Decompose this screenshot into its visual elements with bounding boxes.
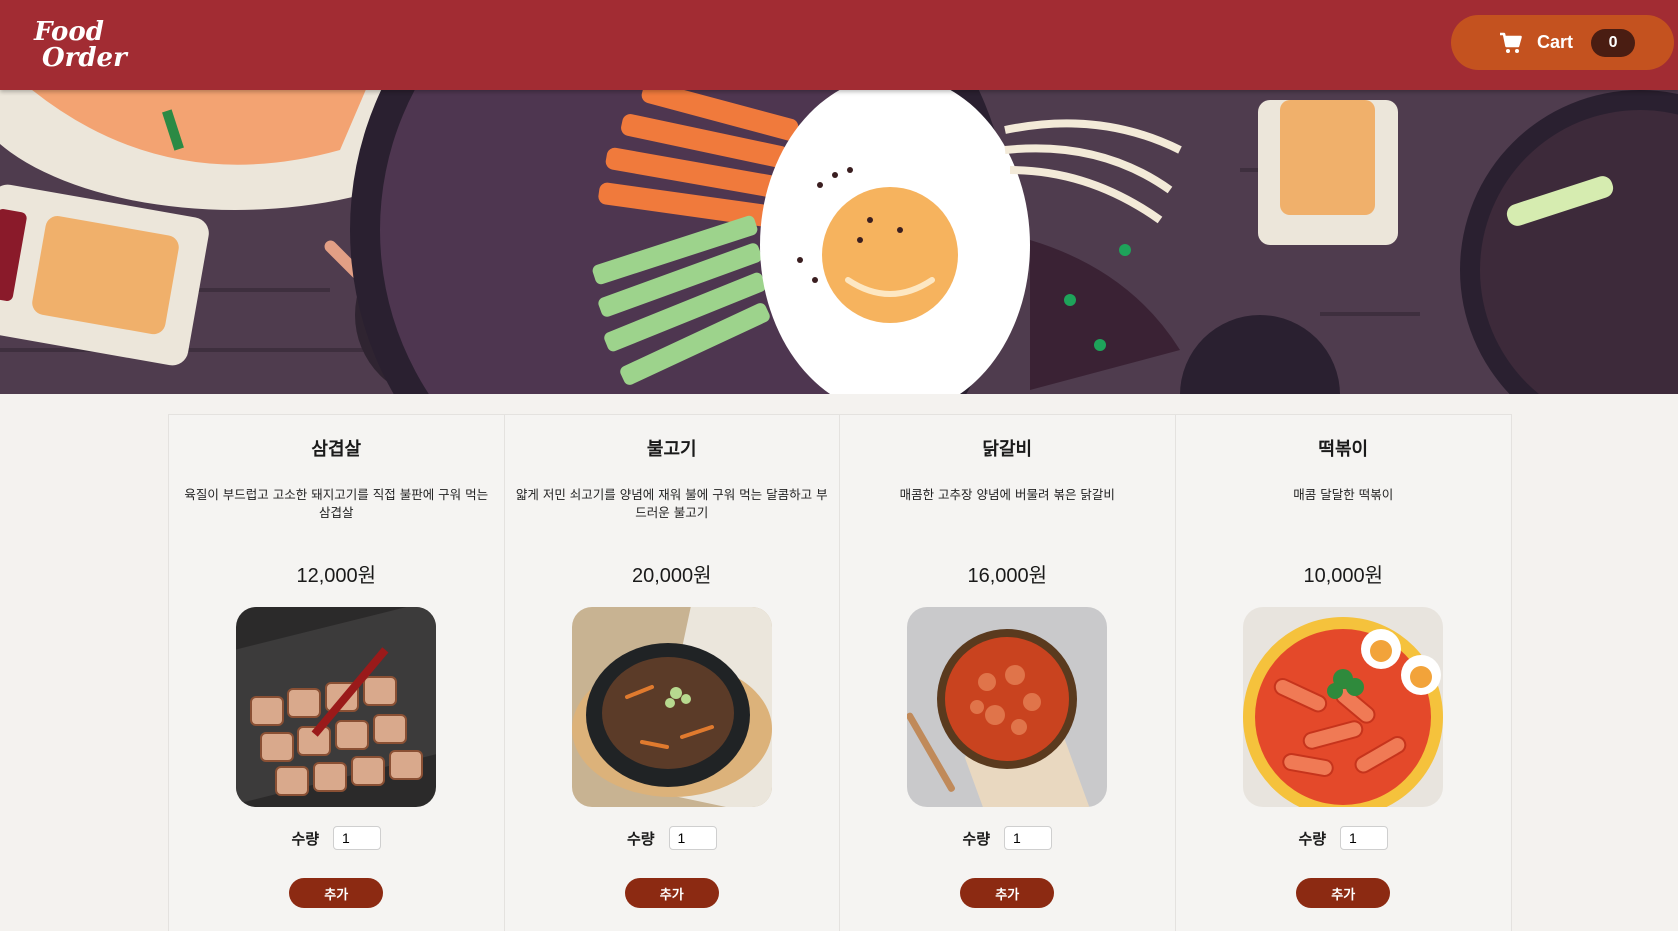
- quantity-row: 수량: [962, 826, 1053, 850]
- quantity-input[interactable]: [333, 826, 382, 850]
- samgyeopsal-photo: [236, 607, 437, 807]
- dakgalbi-photo: [907, 607, 1108, 807]
- quantity-row: 수량: [627, 826, 717, 850]
- menu-card-tteokbokki: 떡볶이 매콤 달달한 떡볶이 10,000원 수량 1 추가: [1176, 415, 1512, 931]
- cart-icon: [1499, 31, 1523, 55]
- menu-item-price: 10,000원: [1303, 565, 1384, 587]
- hero-banner: [0, 90, 1678, 394]
- quantity-label: 수량: [962, 829, 991, 848]
- menu-list: 삼겹살 육질이 부드럽고 고소한 돼지고기를 직접 불판에 구워 먹는 삼겹살 …: [168, 414, 1512, 931]
- menu-card-dakgalbi: 닭갈비 매콤한 고추장 양념에 버물려 볶은 닭갈비 16,000원 수량 추가: [840, 415, 1176, 931]
- menu-item-price: 12,000원: [296, 565, 377, 587]
- add-to-cart-button[interactable]: 추가: [960, 878, 1055, 908]
- quantity-input[interactable]: [1004, 826, 1053, 850]
- food-order-logo[interactable]: Food Order: [34, 19, 127, 71]
- menu-item-description: 매콤 달달한 떡볶이: [1293, 487, 1394, 502]
- cart-button[interactable]: Cart 0: [1451, 15, 1674, 70]
- menu-item-name: 불고기: [646, 439, 697, 460]
- quantity-input[interactable]: [1340, 826, 1389, 850]
- bulgogi-photo: [571, 607, 772, 807]
- logo-line1: Food: [34, 17, 104, 47]
- menu-card-samgyeopsal: 삼겹살 육질이 부드럽고 고소한 돼지고기를 직접 불판에 구워 먹는 삼겹살 …: [169, 415, 505, 931]
- cart-label: Cart: [1537, 32, 1574, 52]
- add-to-cart-button[interactable]: 추가: [1296, 878, 1391, 908]
- cart-count-badge: 0: [1591, 28, 1636, 57]
- logo-line2: Order: [42, 43, 127, 73]
- tteokbokki-photo: [1243, 607, 1444, 807]
- menu-card-bulgogi: 불고기 얇게 저민 쇠고기를 양념에 재워 불에 구워 먹는 달콤하고 부드러운…: [505, 415, 840, 931]
- menu-item-price: 16,000원: [967, 565, 1048, 587]
- add-to-cart-button[interactable]: 추가: [289, 878, 384, 908]
- quantity-input[interactable]: [668, 826, 717, 850]
- app-header: Food Order Cart 0: [0, 0, 1678, 90]
- add-to-cart-button[interactable]: 추가: [624, 878, 719, 908]
- menu-item-description: 얇게 저민 쇠고기를 양념에 재워 불에 구워 먹는 달콤하고 부드러운 불고기: [515, 487, 828, 520]
- quantity-row: 수량: [1298, 826, 1389, 850]
- menu-item-description: 매콤한 고추장 양념에 버물려 볶은 닭갈비: [899, 487, 1115, 502]
- menu-item-price: 20,000원: [631, 565, 712, 587]
- korean-food-illustration: [0, 90, 1678, 394]
- quantity-label: 수량: [626, 829, 655, 848]
- menu-item-name: 떡볶이: [1318, 439, 1369, 460]
- menu-item-name: 삼겹살: [311, 439, 362, 460]
- quantity-row: 수량: [291, 826, 382, 850]
- quantity-label: 수량: [1298, 829, 1327, 848]
- menu-item-description: 육질이 부드럽고 고소한 돼지고기를 직접 불판에 구워 먹는 삼겹살: [184, 487, 489, 520]
- menu-item-name: 닭갈비: [982, 439, 1033, 460]
- quantity-label: 수량: [291, 829, 320, 848]
